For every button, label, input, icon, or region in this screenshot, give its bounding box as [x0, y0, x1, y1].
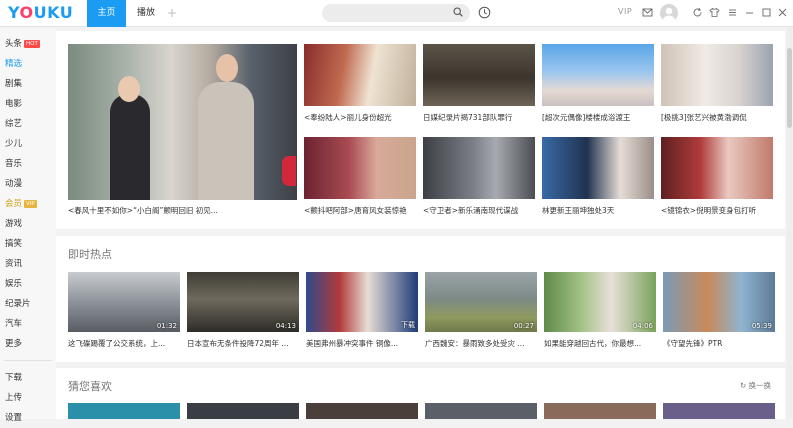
sidebar-item-news[interactable]: 资讯 — [0, 254, 56, 274]
sidebar-item-featured[interactable]: 精选 — [0, 54, 56, 74]
minimize-icon[interactable] — [744, 7, 755, 18]
video-caption[interactable]: <颤抖吧阿部>唐育风女装惊艳 — [304, 206, 416, 216]
tab-home[interactable]: 主页 — [87, 0, 126, 27]
video-thumbnail[interactable] — [304, 44, 416, 106]
skin-icon[interactable] — [709, 7, 720, 18]
duration-label: 04:06 — [632, 322, 653, 330]
refresh-label: 换一换 — [748, 381, 772, 390]
vip-badge: VIP — [24, 200, 37, 208]
menu-icon[interactable] — [727, 7, 738, 18]
hot-badge: HOT — [24, 40, 40, 48]
duration-label: 00:27 — [513, 322, 534, 330]
sidebar-item-games[interactable]: 游戏 — [0, 214, 56, 234]
section-title: 猜您喜欢 — [68, 380, 112, 393]
video-caption[interactable]: 日本宣布无条件投降72周年 ... — [187, 339, 299, 349]
hero-video-thumbnail[interactable] — [68, 44, 297, 200]
duration-label: 04:13 — [275, 322, 296, 330]
new-tab-button[interactable]: + — [165, 0, 179, 27]
video-thumbnail[interactable] — [187, 403, 299, 419]
video-caption[interactable]: <镜锦衣>倪明景变身包打听 — [661, 206, 773, 216]
video-thumbnail[interactable] — [306, 403, 418, 419]
close-icon[interactable] — [777, 7, 788, 18]
sidebar-item-vip[interactable]: 会员 VIP — [0, 194, 56, 214]
tab-play[interactable]: 播放 — [130, 0, 162, 27]
video-thumbnail[interactable]: 00:27 — [425, 272, 537, 332]
refresh-button[interactable]: ↻ 换一换 — [740, 380, 771, 391]
sidebar-item-download[interactable]: 下载 — [0, 368, 56, 388]
message-icon[interactable] — [642, 7, 653, 18]
history-icon[interactable] — [478, 6, 491, 19]
sidebar-item-anime[interactable]: 动漫 — [0, 174, 56, 194]
video-caption[interactable]: [超次元偶像]楼楼成浴渡王 — [542, 113, 654, 123]
section-title: 即时热点 — [68, 248, 112, 261]
video-caption[interactable]: 林更新王丽坤独处3天 — [542, 206, 654, 216]
video-caption[interactable]: 广西魏安：暴雨致多处受灾 ... — [425, 339, 537, 349]
video-caption[interactable]: [极挑3]张艺兴被黄渤调侃 — [661, 113, 773, 123]
sidebar-item-kids[interactable]: 少儿 — [0, 134, 56, 154]
video-thumbnail[interactable] — [663, 403, 775, 419]
video-thumbnail[interactable] — [542, 44, 654, 106]
sidebar-item-upload[interactable]: 上传 — [0, 388, 56, 408]
sidebar-item-settings[interactable]: 设置 — [0, 408, 56, 428]
video-thumbnail[interactable] — [68, 403, 180, 419]
video-thumbnail[interactable] — [423, 137, 535, 199]
youku-logo[interactable]: YOUKU — [8, 4, 73, 22]
video-thumbnail[interactable]: 下载 — [306, 272, 418, 332]
sidebar-divider — [4, 360, 52, 361]
sidebar-item-funny[interactable]: 搞笑 — [0, 234, 56, 254]
duration-label: 05:39 — [751, 322, 772, 330]
vip-link[interactable]: VIP — [618, 7, 632, 16]
title-bar: YOUKU 主页 播放 + VIP — [0, 0, 793, 27]
sidebar-item-entertainment[interactable]: 娱乐 — [0, 274, 56, 294]
avatar[interactable] — [660, 4, 678, 22]
duration-label: 下载 — [401, 321, 415, 329]
scrollbar-thumb[interactable] — [787, 48, 792, 128]
sidebar-item-label: 会员 — [5, 199, 23, 209]
search-icon[interactable] — [453, 7, 463, 17]
video-caption[interactable]: 《守望先锋》PTR — [663, 339, 775, 349]
video-thumbnail[interactable] — [425, 403, 537, 419]
video-caption[interactable]: 如果能穿越回古代，你最想... — [544, 339, 656, 349]
scrollbar[interactable] — [787, 28, 792, 419]
video-thumbnail[interactable]: 04:06 — [544, 272, 656, 332]
sidebar-item-headlines[interactable]: 头条 HOT — [0, 34, 56, 54]
featured-panel: <春风十里不如你>“小白阁”颤明回旧 初见... <奉纷陆人>丽儿身份超光 日媒… — [56, 31, 785, 229]
video-thumbnail[interactable] — [661, 44, 773, 106]
video-thumbnail[interactable] — [304, 137, 416, 199]
video-thumbnail[interactable] — [542, 137, 654, 199]
refresh-icon[interactable] — [692, 7, 703, 18]
video-caption[interactable]: 美国弗州暴冲突事件 铜像... — [306, 339, 418, 349]
sidebar-item-more[interactable]: 更多 — [0, 334, 56, 354]
sidebar-item-auto[interactable]: 汽车 — [0, 314, 56, 334]
recommend-panel: 猜您喜欢 ↻ 换一换 — [56, 368, 785, 419]
video-caption[interactable]: <守卫者>新乐涌南现代谍战 — [423, 206, 535, 216]
refresh-icon: ↻ — [739, 381, 749, 390]
video-thumbnail[interactable]: 01:32 — [68, 272, 180, 332]
video-thumbnail[interactable] — [661, 137, 773, 199]
sidebar-item-music[interactable]: 音乐 — [0, 154, 56, 174]
hero-caption[interactable]: <春风十里不如你>“小白阁”颤明回旧 初见... — [68, 206, 297, 216]
video-thumbnail[interactable]: 05:39 — [663, 272, 775, 332]
sidebar-item-series[interactable]: 剧集 — [0, 74, 56, 94]
video-caption[interactable]: 这飞碟踢覆了公交系统，上... — [68, 339, 180, 349]
sidebar: 头条 HOT 精选 剧集 电影 综艺 少儿 音乐 动漫 会员 VIP 游戏 搞笑 资… — [0, 28, 56, 423]
sidebar-item-variety[interactable]: 综艺 — [0, 114, 56, 134]
video-thumbnail[interactable] — [544, 403, 656, 419]
sidebar-item-documentary[interactable]: 纪录片 — [0, 294, 56, 314]
maximize-icon[interactable] — [761, 7, 772, 18]
search-box[interactable] — [322, 4, 470, 22]
user-icon — [663, 7, 675, 22]
sidebar-item-label: 头条 — [5, 39, 23, 49]
video-thumbnail[interactable]: 04:13 — [187, 272, 299, 332]
hot-news-panel: 即时热点 01:32 这飞碟踢覆了公交系统，上... 04:13 日本宣布无条件… — [56, 236, 785, 362]
duration-label: 01:32 — [156, 322, 177, 330]
video-thumbnail[interactable] — [423, 44, 535, 106]
sidebar-item-movies[interactable]: 电影 — [0, 94, 56, 114]
video-caption[interactable]: <奉纷陆人>丽儿身份超光 — [304, 113, 416, 123]
video-caption[interactable]: 日媒纪录片揭731部队罪行 — [423, 113, 535, 123]
